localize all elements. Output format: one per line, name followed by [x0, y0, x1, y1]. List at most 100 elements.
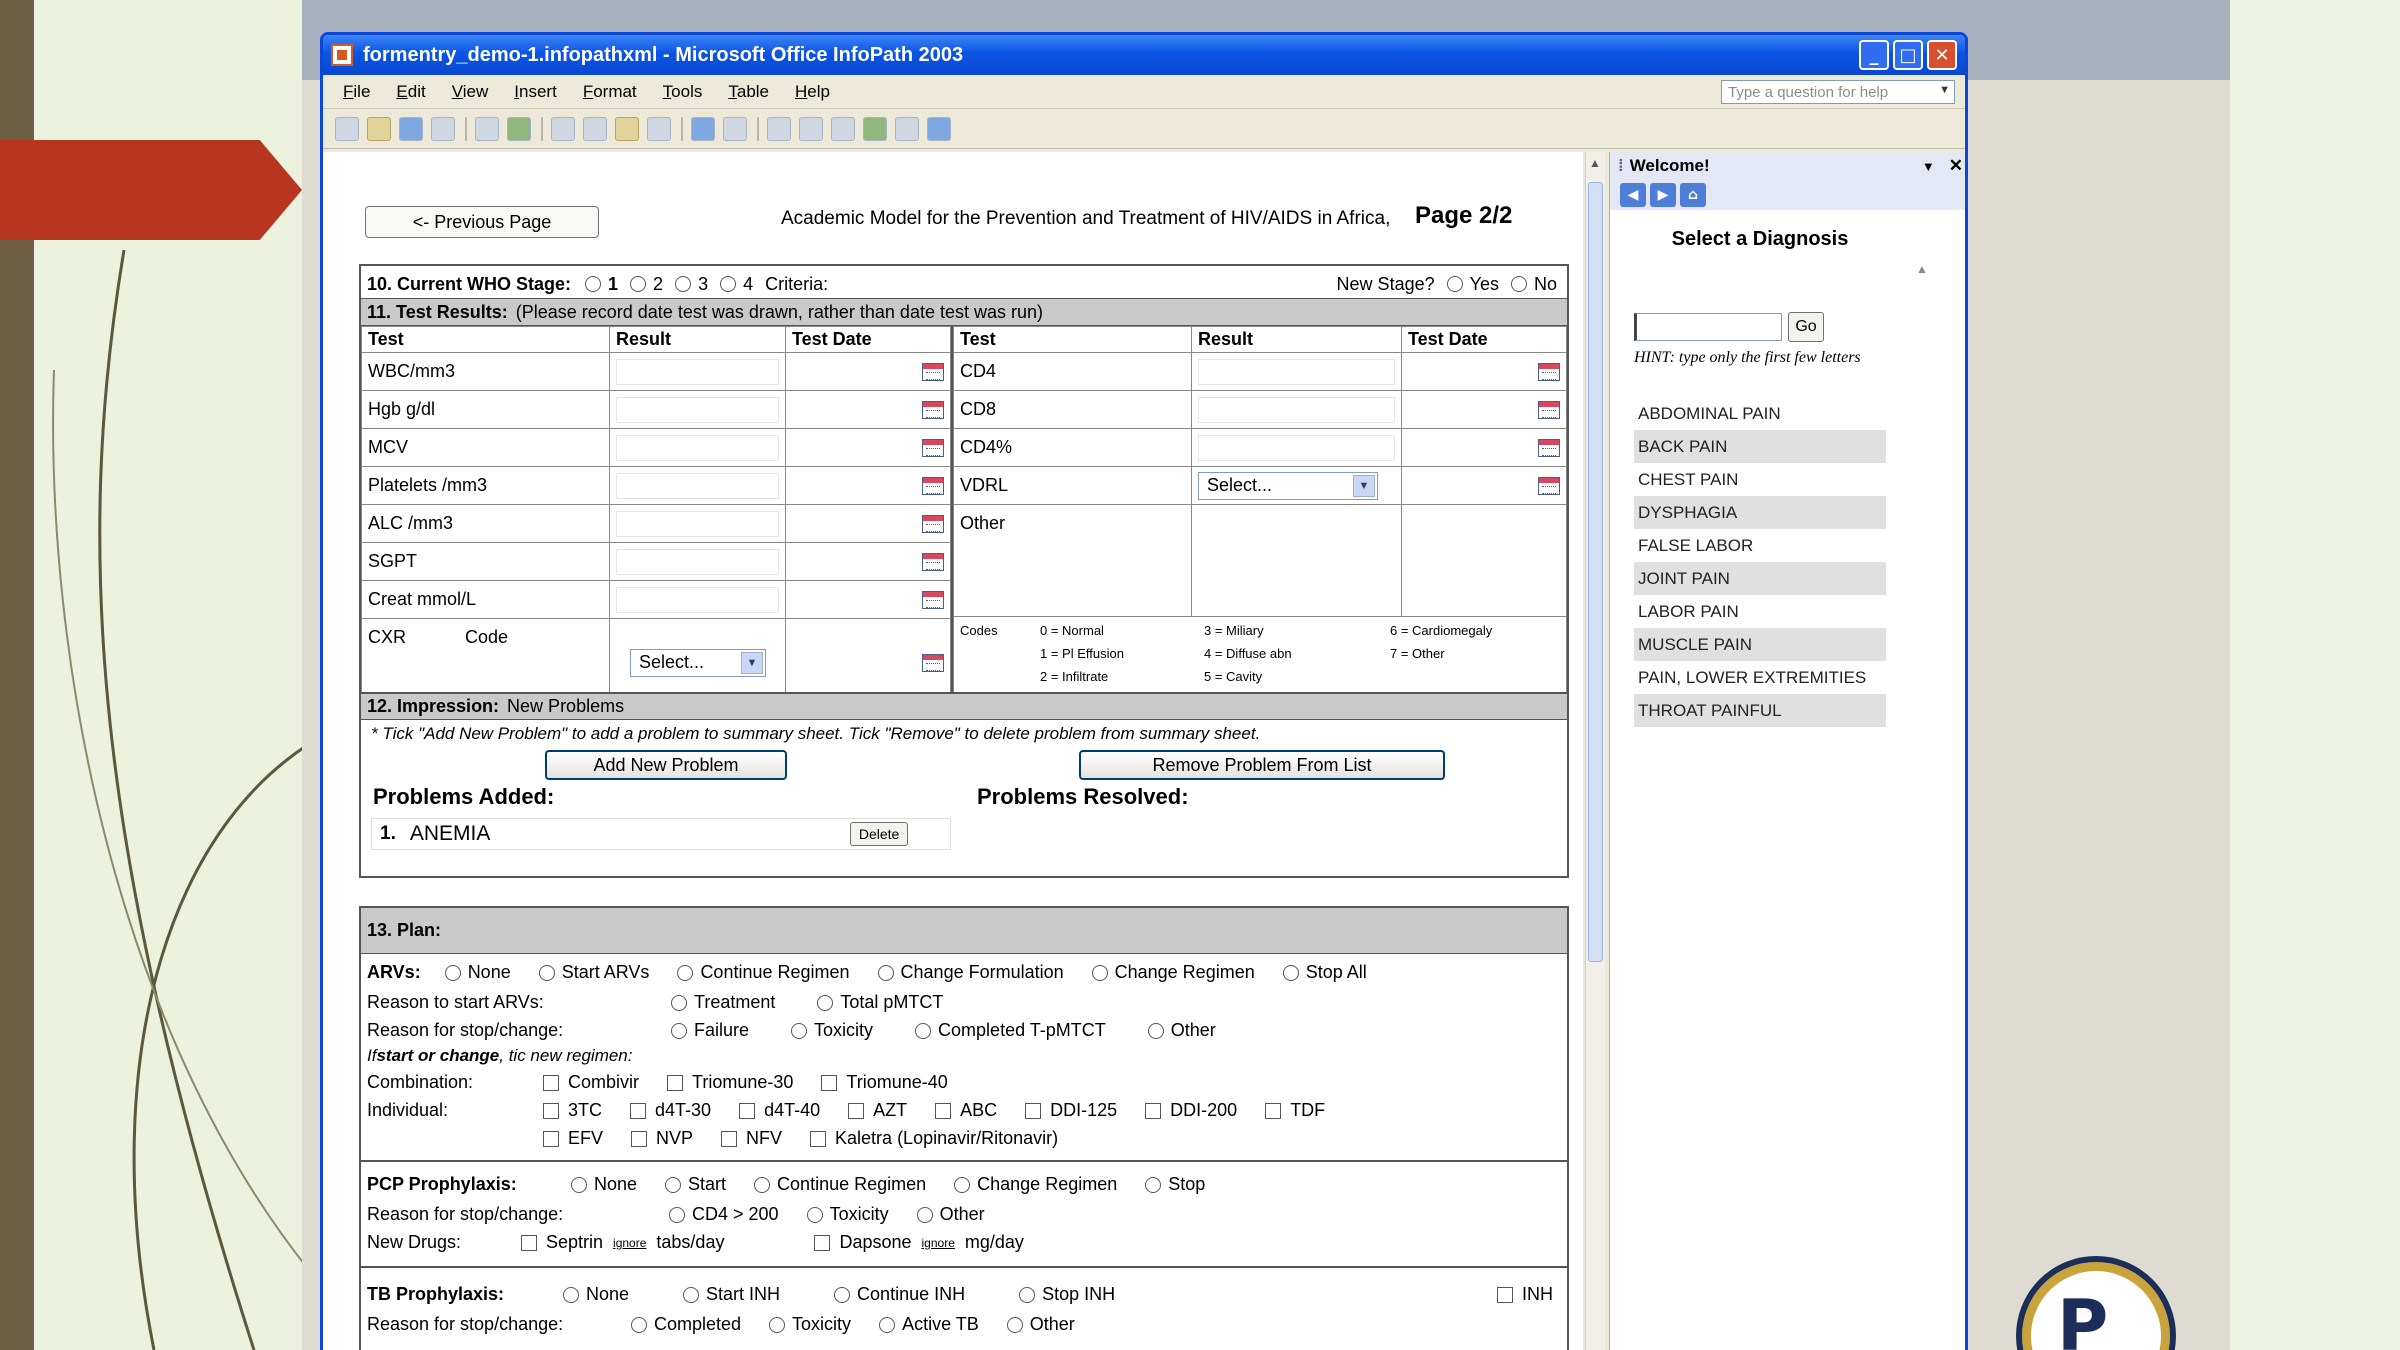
remove-problem-button[interactable]: Remove Problem From List: [1079, 750, 1445, 780]
ddi-125-checkbox[interactable]: DDI-125: [1025, 1100, 1117, 1121]
d4t-40-checkbox[interactable]: d4T-40: [739, 1100, 820, 1121]
help-icon[interactable]: [927, 116, 951, 141]
azt-checkbox[interactable]: AZT: [848, 1100, 907, 1121]
combivir-checkbox[interactable]: Combivir: [543, 1072, 639, 1093]
form-scrollbar[interactable]: ▲: [1585, 152, 1605, 1350]
close-button[interactable]: ✕: [1927, 40, 1957, 70]
result-input[interactable]: [616, 586, 779, 613]
menu-help[interactable]: Help: [795, 82, 830, 102]
efv-checkbox[interactable]: EFV: [543, 1128, 603, 1149]
result-input[interactable]: [1198, 434, 1395, 461]
new-stage-yes-option[interactable]: Yes: [1446, 274, 1499, 295]
d4t-30-checkbox[interactable]: d4T-30: [630, 1100, 711, 1121]
scroll-up-icon[interactable]: ▲: [1916, 262, 1934, 278]
list-item[interactable]: THROAT PAINFUL: [1634, 694, 1886, 727]
help-question-input[interactable]: Type a question for help: [1721, 79, 1955, 104]
calendar-icon[interactable]: [1538, 400, 1560, 419]
list-item[interactable]: DYSPHAGIA: [1634, 496, 1886, 529]
format-painter-icon[interactable]: [647, 116, 671, 141]
reason-other-option[interactable]: Other: [1147, 1020, 1216, 1041]
list-item[interactable]: ABDOMINAL PAIN: [1634, 397, 1886, 430]
calendar-icon[interactable]: [1538, 476, 1560, 495]
arv-none-option[interactable]: None: [444, 962, 511, 983]
arv-change-formulation-option[interactable]: Change Formulation: [877, 962, 1064, 983]
insert-layout-icon[interactable]: [799, 116, 823, 141]
arv-stop-all-option[interactable]: Stop All: [1282, 962, 1367, 983]
cut-icon[interactable]: [551, 116, 575, 141]
tdf-checkbox[interactable]: TDF: [1265, 1100, 1325, 1121]
calendar-icon[interactable]: [922, 438, 944, 457]
tb-none-option[interactable]: None: [563, 1284, 629, 1305]
scrollbar-thumb[interactable]: [1588, 182, 1603, 962]
calendar-icon[interactable]: [922, 362, 944, 381]
redo-icon[interactable]: [723, 116, 747, 141]
save-icon[interactable]: [399, 116, 423, 141]
reason-failure-option[interactable]: Failure: [671, 1020, 749, 1041]
copy-icon[interactable]: [583, 116, 607, 141]
calendar-icon[interactable]: [1538, 362, 1560, 381]
list-item[interactable]: JOINT PAIN: [1634, 562, 1886, 595]
result-input[interactable]: [616, 396, 779, 423]
result-input[interactable]: [616, 548, 779, 575]
pcp-start-option[interactable]: Start: [665, 1174, 726, 1195]
septrin-dose-input[interactable]: ignore: [613, 1236, 646, 1250]
pcp-change-option[interactable]: Change Regimen: [954, 1174, 1117, 1195]
arv-change-regimen-option[interactable]: Change Regimen: [1091, 962, 1255, 983]
menu-view[interactable]: View: [452, 82, 489, 102]
calendar-icon[interactable]: [922, 514, 944, 533]
delete-problem-button[interactable]: Delete: [849, 822, 909, 846]
calendar-icon[interactable]: [922, 476, 944, 495]
problem-value[interactable]: ANEMIA: [410, 822, 850, 846]
result-input[interactable]: [616, 358, 779, 385]
home-icon[interactable]: ⌂: [1680, 183, 1706, 207]
calendar-icon[interactable]: [1538, 438, 1560, 457]
tb-active-option[interactable]: Active TB: [879, 1314, 979, 1335]
septrin-checkbox[interactable]: Septrin: [521, 1232, 603, 1253]
tb-stop-option[interactable]: Stop INH: [1019, 1284, 1115, 1305]
tb-continue-option[interactable]: Continue INH: [834, 1284, 965, 1305]
dapsone-checkbox[interactable]: Dapsone: [814, 1232, 912, 1253]
kaletra-checkbox[interactable]: Kaletra (Lopinavir/Ritonavir): [810, 1128, 1058, 1149]
menu-format[interactable]: Format: [583, 82, 637, 102]
pcp-cd4-option[interactable]: CD4 > 200: [669, 1204, 779, 1225]
result-input[interactable]: [1198, 358, 1395, 385]
cxr-code-select[interactable]: Select... ▼: [630, 648, 766, 677]
menu-table[interactable]: Table: [728, 82, 769, 102]
result-input[interactable]: [616, 510, 779, 537]
result-input[interactable]: [616, 434, 779, 461]
vdrl-select[interactable]: Select... ▼: [1198, 471, 1378, 500]
reason-pmtct-option[interactable]: Total pMTCT: [817, 992, 943, 1013]
pcp-none-option[interactable]: None: [571, 1174, 637, 1195]
arv-continue-option[interactable]: Continue Regimen: [677, 962, 850, 983]
reason-completed-option[interactable]: Completed T-pMTCT: [915, 1020, 1106, 1041]
tb-completed-option[interactable]: Completed: [631, 1314, 741, 1335]
pcp-stop-option[interactable]: Stop: [1145, 1174, 1205, 1195]
who-stage-4-option[interactable]: 4: [720, 274, 753, 295]
form-layout-icon[interactable]: [831, 116, 855, 141]
back-icon[interactable]: ◀: [1620, 183, 1646, 207]
pcp-continue-option[interactable]: Continue Regimen: [754, 1174, 926, 1195]
calendar-icon[interactable]: [922, 552, 944, 571]
insert-table-icon[interactable]: [767, 116, 791, 141]
calendar-icon[interactable]: [922, 400, 944, 419]
list-item[interactable]: LABOR PAIN: [1634, 595, 1886, 628]
scroll-up-icon[interactable]: ▲: [1589, 156, 1601, 170]
tb-other-option[interactable]: Other: [1006, 1314, 1075, 1335]
go-button[interactable]: Go: [1788, 312, 1824, 342]
list-item[interactable]: FALSE LABOR: [1634, 529, 1886, 562]
triomune-40-checkbox[interactable]: Triomune-40: [821, 1072, 948, 1093]
minimize-button[interactable]: _: [1859, 40, 1889, 70]
paste-icon[interactable]: [615, 116, 639, 141]
new-icon[interactable]: [335, 116, 359, 141]
undo-icon[interactable]: [691, 116, 715, 141]
new-stage-no-option[interactable]: No: [1510, 274, 1557, 295]
calendar-icon[interactable]: [922, 590, 944, 609]
other-result-input[interactable]: [1198, 512, 1395, 609]
nfv-checkbox[interactable]: NFV: [721, 1128, 782, 1149]
calendar-icon[interactable]: [922, 653, 944, 672]
abc-checkbox[interactable]: ABC: [935, 1100, 997, 1121]
pcp-toxicity-option[interactable]: Toxicity: [806, 1204, 889, 1225]
open-icon[interactable]: [367, 116, 391, 141]
chevron-down-icon[interactable]: ▼: [1922, 159, 1935, 174]
reason-treatment-option[interactable]: Treatment: [671, 992, 775, 1013]
